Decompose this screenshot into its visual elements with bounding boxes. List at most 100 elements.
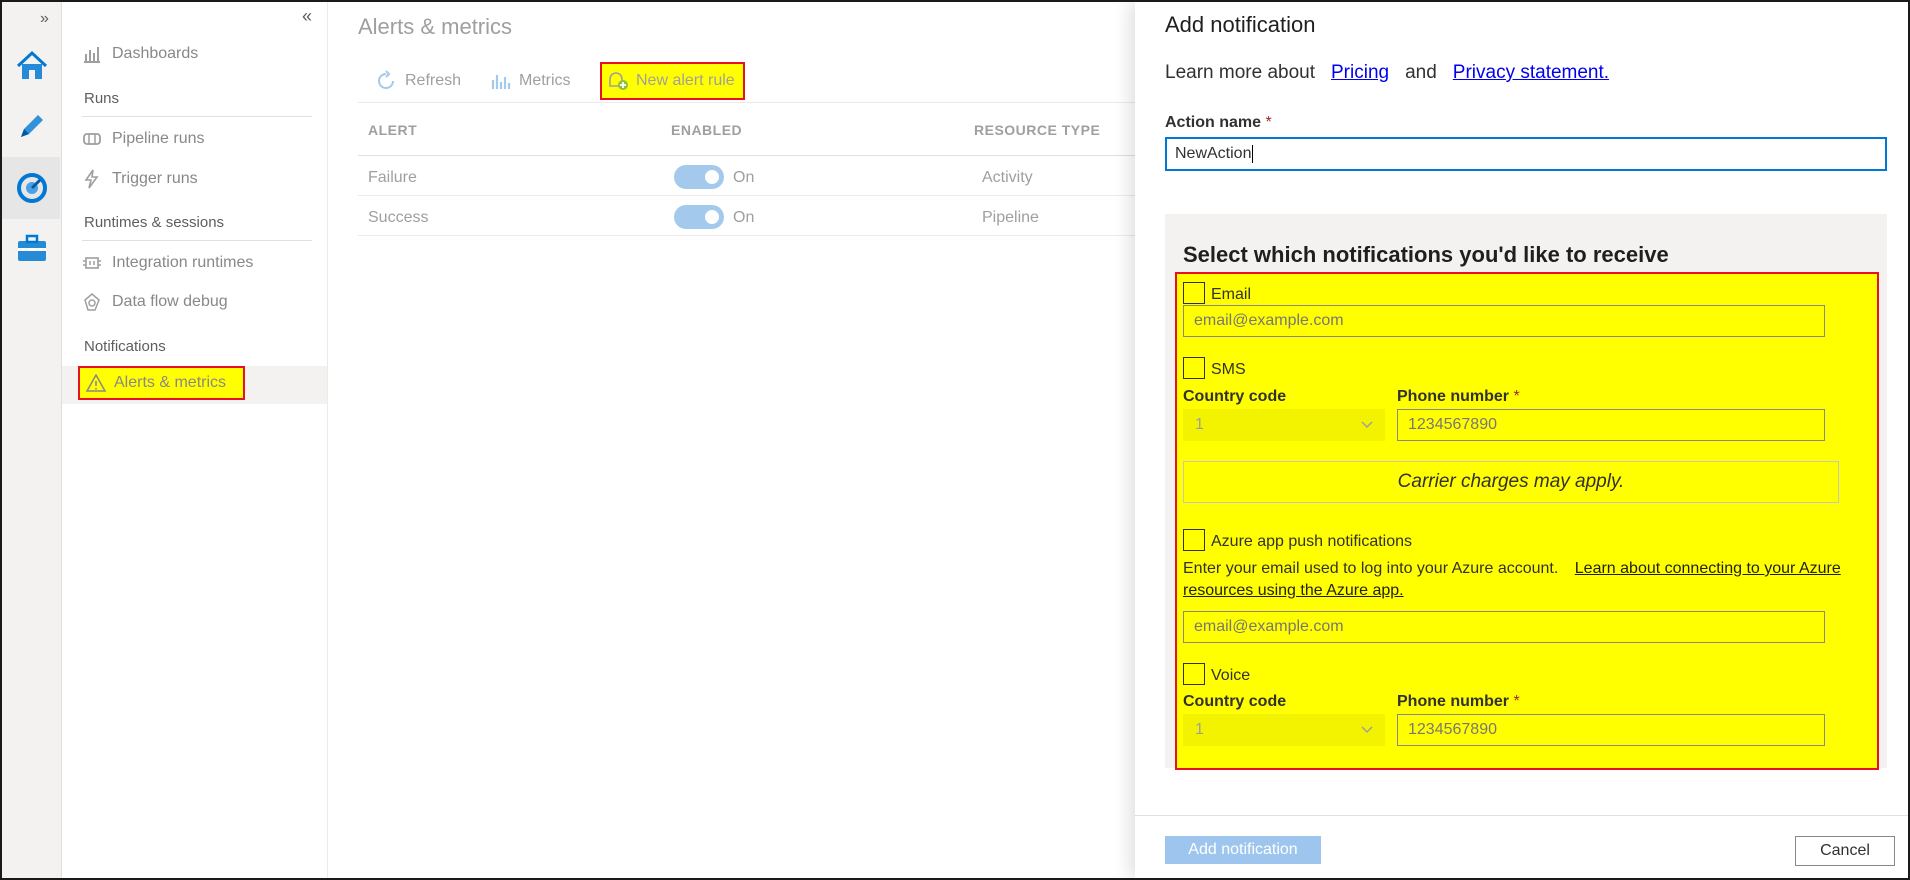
push-email-input[interactable]: email@example.com: [1183, 611, 1825, 643]
nav-item-label: Alerts & metrics: [114, 374, 227, 391]
integration-runtime-icon: [83, 257, 101, 269]
metrics-button[interactable]: Metrics: [491, 66, 571, 96]
push-hint: Enter your email used to log into your A…: [1183, 558, 1863, 602]
sms-phone-label-text: Phone number: [1397, 388, 1510, 405]
header-divider: [358, 155, 1135, 156]
refresh-button[interactable]: Refresh: [375, 66, 461, 96]
left-rail: »: [2, 2, 62, 878]
row-enabled-text: On: [733, 209, 755, 226]
home-icon[interactable]: [12, 46, 52, 86]
chevron-down-icon: [1361, 421, 1373, 429]
sms-phone-input[interactable]: 1234567890: [1397, 409, 1825, 441]
enabled-toggle[interactable]: [674, 165, 724, 189]
cancel-button[interactable]: Cancel: [1795, 836, 1895, 866]
dashboard-icon: [84, 47, 100, 63]
monitor-nav-pane: « Dashboards Runs Pipeline runs Trigger …: [62, 2, 328, 878]
nav-item-dashboards[interactable]: Dashboards: [82, 41, 198, 67]
nav-section-runtimes: Runtimes & sessions: [84, 214, 225, 231]
nav-item-integration-runtimes[interactable]: Integration runtimes: [82, 250, 253, 276]
email-checkbox[interactable]: [1183, 282, 1205, 304]
page-title: Alerts & metrics: [358, 14, 513, 39]
refresh-label: Refresh: [405, 72, 462, 89]
new-alert-rule-button[interactable]: New alert rule: [600, 62, 745, 100]
add-notification-button[interactable]: Add notification: [1165, 836, 1321, 864]
refresh-icon: [378, 70, 394, 89]
sms-label: SMS: [1211, 361, 1246, 378]
warning-icon: [86, 374, 106, 392]
action-name-label-text: Action name: [1165, 114, 1262, 131]
lightning-icon: [84, 169, 99, 189]
voice-phone-input[interactable]: 1234567890: [1397, 714, 1825, 746]
pipeline-runs-icon: [83, 133, 101, 145]
new-alert-rule-label: New alert rule: [636, 72, 735, 89]
row-enabled-text: On: [733, 169, 755, 186]
expand-rail-icon[interactable]: »: [40, 10, 49, 28]
nav-item-label: Pipeline runs: [112, 130, 205, 147]
row-alert-name[interactable]: Success: [368, 209, 428, 227]
push-checkbox[interactable]: [1183, 529, 1205, 551]
sms-phone-placeholder: 1234567890: [1408, 416, 1497, 433]
metrics-icon: [491, 75, 511, 89]
row-divider: [358, 195, 1135, 196]
nav-divider: [82, 116, 312, 117]
push-email-placeholder: email@example.com: [1194, 618, 1344, 635]
voice-phone-placeholder: 1234567890: [1408, 721, 1497, 738]
column-header-resource-type[interactable]: RESOURCE TYPE: [974, 122, 1100, 138]
row-alert-name[interactable]: Failure: [368, 169, 417, 187]
pricing-link[interactable]: Pricing: [1331, 62, 1389, 84]
voice-country-code-value: 1: [1195, 721, 1204, 738]
sms-country-code-value: 1: [1195, 416, 1204, 433]
push-label: Azure app push notifications: [1211, 533, 1413, 550]
text-cursor: [1252, 145, 1254, 163]
chevron-down-icon: [1361, 726, 1373, 734]
push-hint-text: Enter your email used to log into your A…: [1183, 560, 1559, 577]
voice-phone-label: Phone number *: [1397, 693, 1520, 711]
carrier-charges-note: Carrier charges may apply.: [1183, 461, 1839, 503]
enabled-toggle[interactable]: [674, 205, 724, 229]
monitor-gauge-icon[interactable]: [12, 168, 52, 208]
nav-divider: [82, 240, 312, 241]
app-window: » « Dashboards Runs Pipeline runs Trigge…: [0, 0, 1910, 880]
and-text: and: [1405, 62, 1437, 83]
privacy-statement-link[interactable]: Privacy statement.: [1453, 62, 1609, 84]
voice-phone-label-text: Phone number: [1397, 693, 1510, 710]
footer-divider: [1135, 815, 1908, 816]
nav-item-label: Data flow debug: [112, 293, 228, 310]
row-resource-type: Pipeline: [982, 209, 1039, 226]
required-marker: *: [1513, 693, 1520, 710]
column-header-alert[interactable]: ALERT: [368, 122, 417, 138]
voice-country-code-label: Country code: [1183, 693, 1287, 710]
pencil-icon[interactable]: [12, 106, 52, 146]
add-notification-panel: Add notification Learn more about Pricin…: [1135, 2, 1908, 878]
sms-country-code-select[interactable]: 1: [1183, 409, 1385, 441]
required-marker: *: [1513, 388, 1520, 405]
toolbar-divider: [358, 102, 1135, 103]
nav-section-runs: Runs: [84, 90, 120, 107]
nav-item-trigger-runs[interactable]: Trigger runs: [82, 166, 198, 192]
row-resource-type: Activity: [982, 169, 1033, 186]
nav-section-notifications: Notifications: [84, 338, 166, 355]
alerts-main-area: Alerts & metrics Refresh Metrics New ale…: [329, 2, 1135, 878]
voice-checkbox[interactable]: [1183, 663, 1205, 685]
sms-phone-label: Phone number *: [1397, 388, 1520, 406]
email-placeholder: email@example.com: [1194, 312, 1344, 329]
action-name-input[interactable]: NewAction: [1165, 137, 1887, 171]
voice-country-code-select[interactable]: 1: [1183, 714, 1385, 746]
collapse-nav-icon[interactable]: «: [302, 6, 312, 27]
column-header-enabled[interactable]: ENABLED: [671, 122, 742, 138]
row-divider: [358, 235, 1135, 236]
nav-item-label: Dashboards: [112, 45, 199, 62]
action-name-value: NewAction: [1175, 145, 1252, 162]
nav-item-label: Integration runtimes: [112, 254, 254, 271]
toolbox-icon[interactable]: [12, 228, 52, 268]
learn-more-text: Learn more about: [1165, 62, 1315, 83]
email-input[interactable]: email@example.com: [1183, 305, 1825, 337]
sms-checkbox[interactable]: [1183, 357, 1205, 379]
data-flow-debug-icon: [84, 293, 100, 311]
nav-item-data-flow-debug[interactable]: Data flow debug: [82, 289, 228, 315]
new-alert-icon: [609, 72, 628, 90]
nav-item-alerts-metrics[interactable]: Alerts & metrics: [78, 366, 245, 400]
email-label: Email: [1211, 286, 1252, 303]
nav-item-pipeline-runs[interactable]: Pipeline runs: [82, 126, 205, 152]
notification-section-title: Select which notifications you'd like to…: [1183, 242, 1669, 267]
